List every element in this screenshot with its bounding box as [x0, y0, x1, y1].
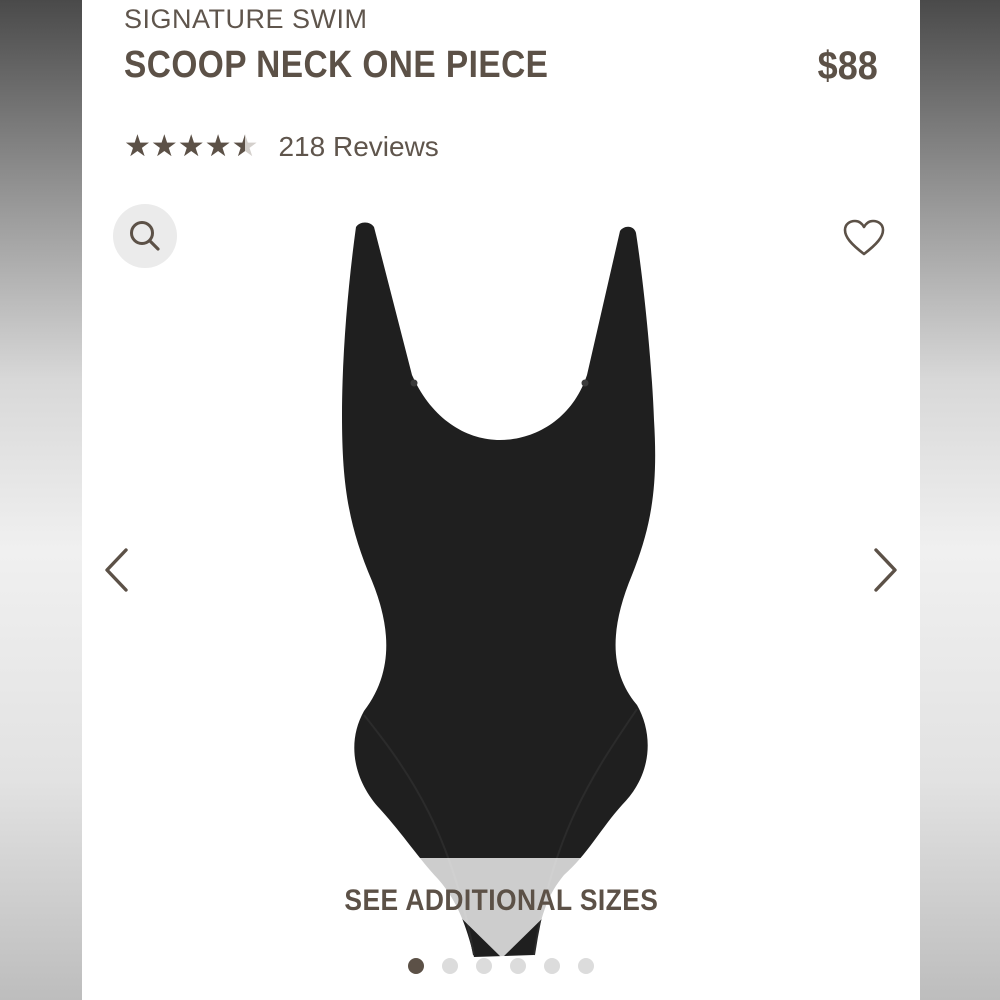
rating-row[interactable]: ★★★★★ ★★★★★ 218 Reviews — [124, 128, 439, 166]
search-icon — [130, 221, 160, 251]
carousel-dot-5[interactable] — [544, 958, 560, 974]
strap-adjuster-right — [581, 379, 589, 387]
product-price: $88 — [817, 44, 878, 88]
zoom-button[interactable] — [113, 204, 177, 268]
star-rating: ★★★★★ ★★★★★ — [124, 128, 258, 166]
blurred-background-right — [920, 0, 1000, 1000]
carousel-dot-2[interactable] — [442, 958, 458, 974]
wishlist-button[interactable] — [842, 216, 886, 260]
product-panel: SIGNATURE SWIM SCOOP NECK ONE PIECE $88 … — [82, 0, 920, 1000]
carousel-dot-3[interactable] — [476, 958, 492, 974]
blurred-background-left — [0, 0, 82, 1000]
product-title: SCOOP NECK ONE PIECE — [124, 44, 549, 86]
carousel-pagination — [82, 958, 920, 974]
collection-label: SIGNATURE SWIM — [124, 4, 368, 34]
see-additional-sizes-text: SEE ADDITIONAL SIZES — [344, 884, 658, 917]
see-additional-sizes-link[interactable]: SEE ADDITIONAL SIZES — [82, 884, 920, 918]
chevron-left-icon — [105, 548, 128, 592]
carousel-dot-1[interactable] — [408, 958, 424, 974]
next-image-button[interactable] — [866, 540, 906, 600]
strap-adjuster-left — [410, 379, 418, 387]
chevron-right-icon — [874, 548, 897, 592]
carousel-dot-6[interactable] — [578, 958, 594, 974]
previous-image-button[interactable] — [96, 540, 136, 600]
review-count-link[interactable]: 218 Reviews — [278, 131, 438, 163]
screenshot-frame: SIGNATURE SWIM SCOOP NECK ONE PIECE $88 … — [0, 0, 1000, 1000]
product-image[interactable] — [302, 215, 702, 965]
swimsuit-body — [342, 222, 656, 957]
carousel-dot-4[interactable] — [510, 958, 526, 974]
heart-icon — [843, 219, 885, 256]
star-icon-fill: ★★★★★ — [124, 129, 245, 164]
